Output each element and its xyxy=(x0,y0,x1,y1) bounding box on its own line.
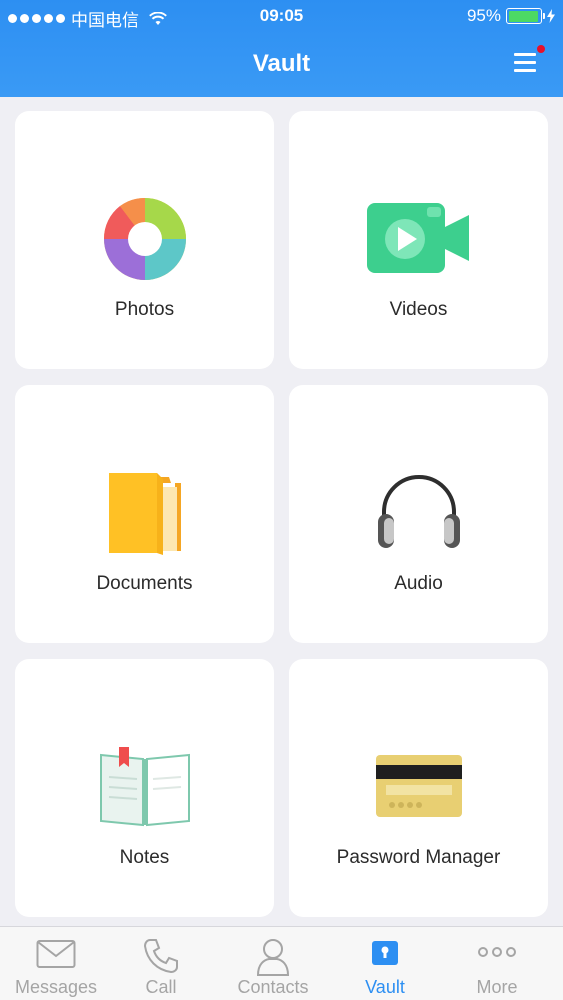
tab-messages[interactable]: Messages xyxy=(0,927,112,1000)
vault-item-label: Password Manager xyxy=(336,847,501,868)
lock-icon xyxy=(329,937,441,977)
tab-bar: Messages Call Contacts Vault More xyxy=(0,926,563,1000)
page-title: Vault xyxy=(252,50,311,77)
charging-bolt-icon xyxy=(547,9,555,23)
vault-item-label: Documents xyxy=(96,573,193,594)
tab-contacts[interactable]: Contacts xyxy=(217,927,329,1000)
vault-item-label: Photos xyxy=(114,299,175,320)
photos-aperture-icon xyxy=(15,191,274,286)
status-bar: 中国电信 09:05 95% xyxy=(0,0,563,33)
person-icon xyxy=(217,937,329,977)
header: 中国电信 09:05 95% Vault xyxy=(0,0,563,97)
phone-icon xyxy=(105,937,217,977)
battery-level-fill xyxy=(508,10,538,22)
battery-icon xyxy=(506,8,545,24)
vault-item-label: Notes xyxy=(119,847,170,868)
vault-item-videos[interactable]: Videos xyxy=(289,111,548,369)
status-right: 95% xyxy=(467,6,555,26)
vault-item-photos[interactable]: Photos xyxy=(15,111,274,369)
battery-percentage: 95% xyxy=(466,6,501,25)
tab-call[interactable]: Call xyxy=(105,927,217,1000)
hamburger-menu-icon-bar xyxy=(514,61,536,64)
vault-item-password-manager[interactable]: Password Manager xyxy=(289,659,548,917)
tab-label: More xyxy=(476,977,518,997)
folder-icon xyxy=(15,465,274,560)
vault-item-documents[interactable]: Documents xyxy=(15,385,274,643)
envelope-icon xyxy=(0,937,112,977)
tab-vault[interactable]: Vault xyxy=(329,927,441,1000)
vault-item-label: Videos xyxy=(389,299,448,320)
headphones-icon xyxy=(289,465,548,560)
menu-button[interactable] xyxy=(511,45,545,78)
tab-label: Call xyxy=(145,977,177,997)
credit-card-icon xyxy=(289,739,548,834)
open-book-icon xyxy=(15,739,274,834)
video-camera-icon xyxy=(289,191,548,286)
tab-label: Vault xyxy=(365,977,405,997)
vault-item-notes[interactable]: Notes xyxy=(15,659,274,917)
vault-item-audio[interactable]: Audio xyxy=(289,385,548,643)
tab-label: Messages xyxy=(14,977,98,997)
tab-label: Contacts xyxy=(237,977,309,997)
vault-item-label: Audio xyxy=(394,573,443,594)
hamburger-menu-icon-bar xyxy=(514,69,536,72)
more-dots-icon xyxy=(441,937,553,977)
hamburger-menu-icon xyxy=(514,53,536,56)
notification-dot xyxy=(537,45,545,53)
tab-more[interactable]: More xyxy=(441,927,553,1000)
